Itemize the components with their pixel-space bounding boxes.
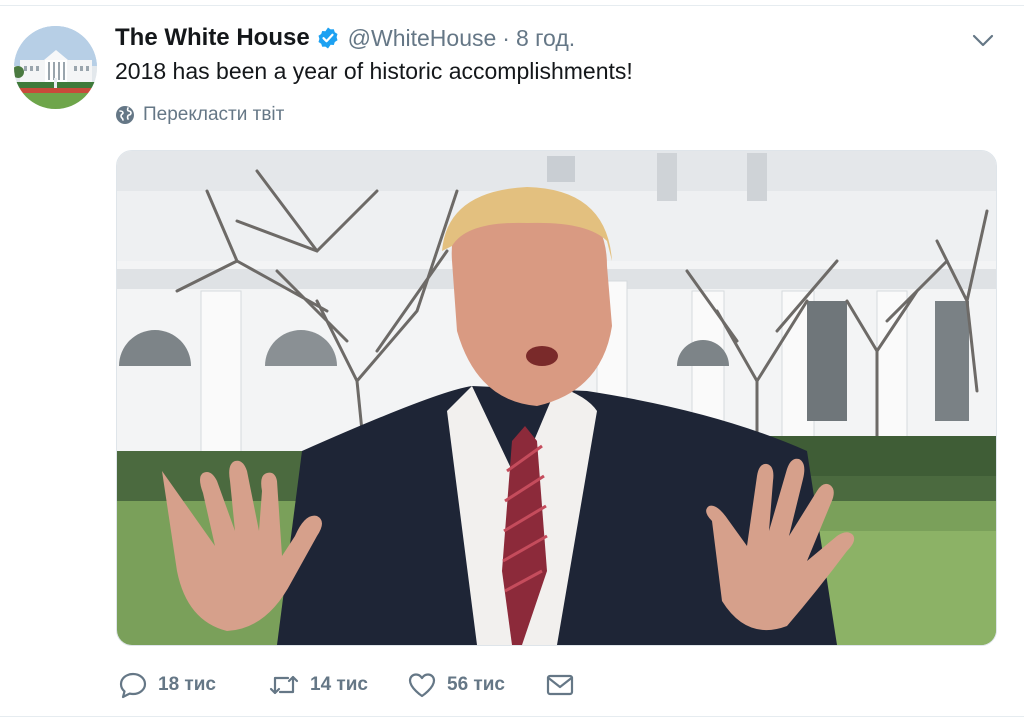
- author-name[interactable]: The White House: [115, 24, 310, 52]
- bottom-divider: [0, 716, 1024, 717]
- like-button[interactable]: 56 тис: [407, 671, 545, 699]
- translate-label: Перекласти твіт: [143, 104, 285, 125]
- tweet-actions: 18 тис 14 тис 56 тис: [118, 668, 575, 702]
- tweet-timestamp[interactable]: 8 год.: [516, 25, 575, 52]
- verified-badge-icon: [316, 26, 340, 50]
- translate-tweet-link[interactable]: Перекласти твіт: [115, 104, 284, 126]
- retweet-count: 14 тис: [310, 674, 368, 695]
- tweet-menu-button[interactable]: [970, 30, 996, 52]
- chevron-down-icon: [972, 34, 994, 47]
- white-house-avatar-image: [14, 26, 97, 109]
- tweet-text: 2018 has been a year of historic accompl…: [115, 58, 633, 84]
- like-count: 56 тис: [447, 674, 505, 695]
- tweet-header: The White House @WhiteHouse · 8 год.: [115, 22, 575, 54]
- reply-icon: [119, 672, 147, 699]
- header-separator: ·: [502, 24, 510, 51]
- tweet-video[interactable]: [116, 150, 997, 646]
- top-divider: [0, 5, 1024, 6]
- heart-icon: [408, 673, 436, 698]
- direct-message-button[interactable]: [545, 672, 575, 698]
- reply-count: 18 тис: [158, 674, 216, 695]
- envelope-icon: [546, 674, 574, 696]
- retweet-button[interactable]: 14 тис: [268, 671, 407, 699]
- video-frame-image: [117, 151, 996, 645]
- avatar[interactable]: [14, 26, 97, 109]
- reply-button[interactable]: 18 тис: [118, 671, 268, 699]
- author-handle[interactable]: @WhiteHouse: [348, 25, 497, 52]
- globe-icon: [116, 106, 134, 124]
- retweet-icon: [269, 675, 299, 695]
